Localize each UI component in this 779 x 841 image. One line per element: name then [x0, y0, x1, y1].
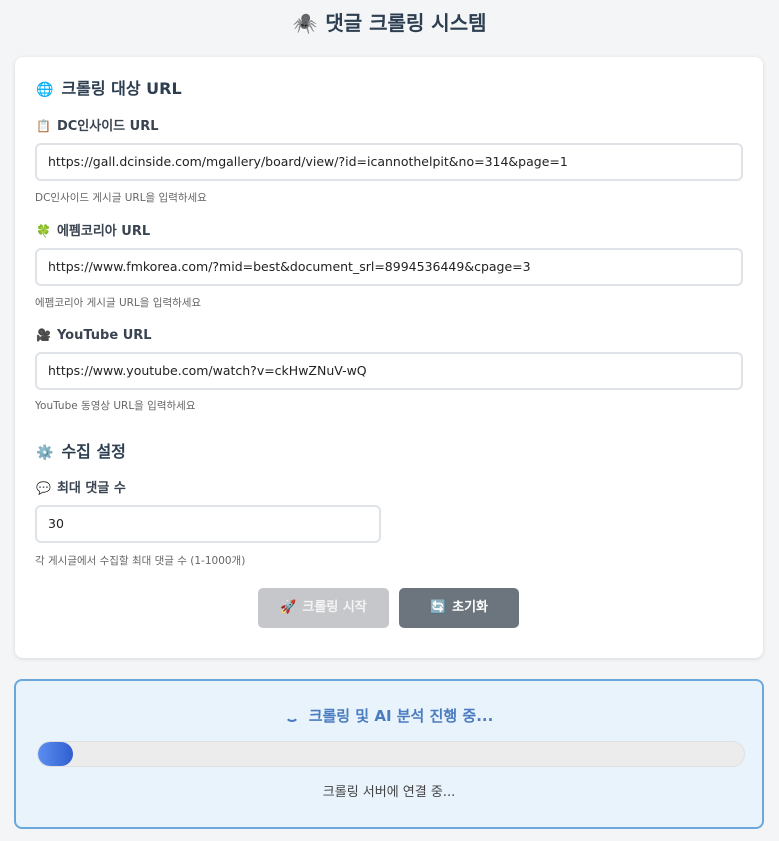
progress-panel: 크롤링 및 AI 분석 진행 중... 크롤링 서버에 연결 중...: [14, 679, 764, 829]
yt-url-input[interactable]: https://www.youtube.com/watch?v=ckHwZNuV…: [35, 352, 743, 390]
page-title: 🕷️ 댓글 크롤링 시스템: [0, 8, 779, 38]
dc-url-label-text: DC인사이드 URL: [56, 119, 159, 134]
loading-spinner-icon: [284, 708, 299, 722]
max-comments-input[interactable]: 30: [35, 505, 381, 543]
dc-url-label: 📋 DC인사이드 URL: [36, 117, 159, 135]
progress-title-text: 크롤링 및 AI 분석 진행 중...: [308, 707, 494, 725]
url-section-heading-text: 크롤링 대상 URL: [61, 79, 182, 98]
page-title-text: 댓글 크롤링 시스템: [325, 11, 487, 35]
progress-status: 크롤링 서버에 연결 중...: [322, 785, 456, 800]
clover-icon: 🍀: [36, 224, 51, 238]
fm-url-input[interactable]: https://www.fmkorea.com/?mid=best&docume…: [35, 248, 743, 286]
gear-icon: ⚙️: [36, 445, 54, 461]
fm-url-label-text: 에펨코리아 URL: [56, 224, 151, 239]
rocket-icon: 🚀: [280, 600, 297, 615]
start-crawl-label: 크롤링 시작: [302, 600, 367, 615]
crawl-settings-card: 🌐 크롤링 대상 URL 📋 DC인사이드 URL https://gall.dci…: [15, 57, 763, 658]
settings-section-heading: ⚙️ 수집 설정: [36, 441, 126, 463]
yt-url-label-text: YouTube URL: [56, 328, 152, 343]
speech-bubble-icon: 💬: [36, 481, 51, 495]
url-section-heading: 🌐 크롤링 대상 URL: [36, 78, 182, 100]
dc-url-input[interactable]: https://gall.dcinside.com/mgallery/board…: [35, 143, 743, 181]
clipboard-icon: 📋: [36, 119, 51, 133]
reset-button[interactable]: 🔄 초기화: [399, 588, 519, 628]
spider-icon: 🕷️: [292, 11, 318, 35]
reset-label: 초기화: [452, 600, 489, 615]
start-crawl-button[interactable]: 🚀 크롤링 시작: [258, 588, 389, 628]
fm-url-hint: 에펨코리아 게시글 URL을 입력하세요: [35, 297, 202, 309]
settings-section-heading-text: 수집 설정: [61, 442, 126, 461]
progress-title: 크롤링 및 AI 분석 진행 중...: [16, 705, 762, 727]
globe-icon: 🌐: [36, 82, 54, 98]
yt-url-label: 🎥 YouTube URL: [36, 326, 152, 344]
dc-url-hint: DC인사이드 게시글 URL을 입력하세요: [35, 192, 207, 204]
max-comments-label-text: 최대 댓글 수: [56, 481, 126, 496]
max-comments-label: 💬 최대 댓글 수: [36, 479, 126, 497]
video-camera-icon: 🎥: [36, 328, 51, 342]
fm-url-label: 🍀 에펨코리아 URL: [36, 222, 150, 240]
progress-bar-fill: [38, 742, 73, 766]
max-comments-hint: 각 게시글에서 수집할 최대 댓글 수 (1-1000개): [35, 555, 246, 567]
refresh-icon: 🔄: [429, 600, 447, 615]
yt-url-hint: YouTube 동영상 URL을 입력하세요: [35, 400, 196, 412]
progress-bar: [37, 741, 745, 767]
